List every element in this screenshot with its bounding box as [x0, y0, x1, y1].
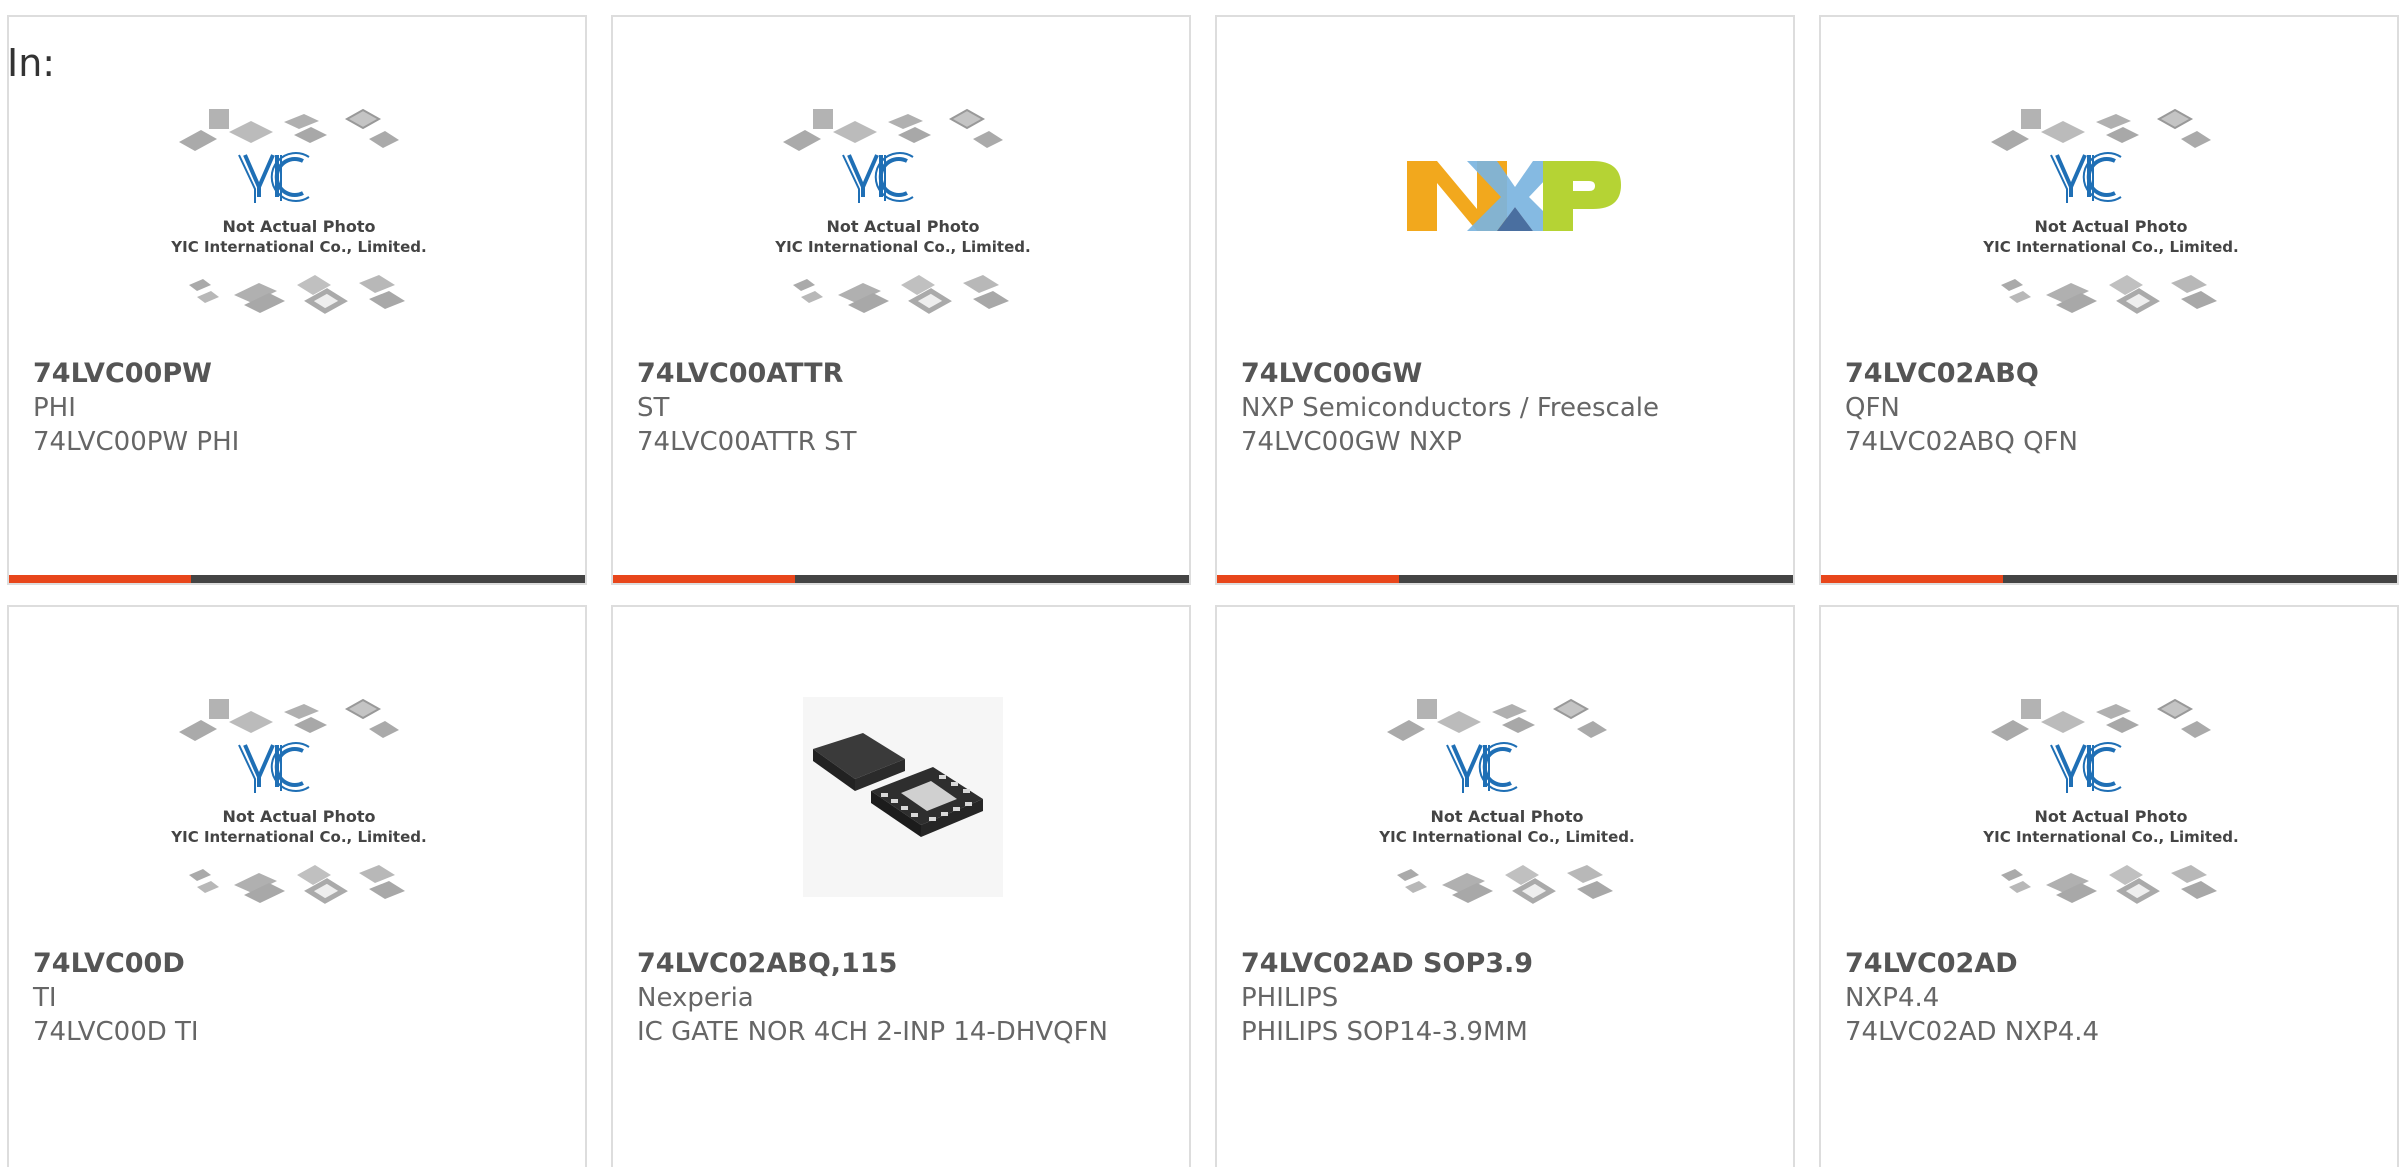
yic-placeholder-icon[interactable]: Not Actual Photo YIC International Co., … — [763, 97, 1043, 337]
yic-placeholder-icon[interactable]: Not Actual Photo YIC International Co., … — [1367, 687, 1647, 927]
card-footer-accent — [9, 575, 191, 583]
placeholder-caption-line1: Not Actual Photo — [222, 807, 375, 826]
card-footer-bar — [1821, 575, 2397, 583]
card-footer-bar — [613, 575, 1189, 583]
placeholder-caption-line1: Not Actual Photo — [2034, 217, 2187, 236]
product-card[interactable]: Not Actual Photo YIC International Co., … — [611, 15, 1191, 585]
manufacturer: NXP4.4 — [1845, 983, 1940, 1013]
description: 74LVC02AD NXP4.4 — [1845, 1017, 2100, 1047]
manufacturer: Nexperia — [637, 983, 754, 1013]
part-number[interactable]: 74LVC00GW — [1241, 357, 1761, 391]
placeholder-caption-line2: YIC International Co., Limited. — [170, 238, 426, 256]
placeholder-caption-line1: Not Actual Photo — [826, 217, 979, 236]
description: IC GATE NOR 4CH 2-INP 14-DHVQFN — [637, 1017, 1109, 1047]
nxp-logo-icon[interactable] — [1367, 97, 1647, 337]
placeholder-caption-line1: Not Actual Photo — [2034, 807, 2187, 826]
placeholder-caption-line2: YIC International Co., Limited. — [1378, 828, 1634, 846]
yic-placeholder-icon[interactable]: Not Actual Photo YIC International Co., … — [1971, 687, 2251, 927]
manufacturer: PHILIPS — [1241, 983, 1339, 1013]
product-card[interactable]: Not Actual Photo YIC International Co., … — [1819, 605, 2399, 1167]
manufacturer: QFN — [1845, 393, 1900, 423]
manufacturer: PHI — [33, 393, 76, 423]
placeholder-caption-line2: YIC International Co., Limited. — [1982, 828, 2238, 846]
description: PHILIPS SOP14-3.9MM — [1241, 1017, 1528, 1047]
yic-placeholder-icon[interactable]: Not Actual Photo YIC International Co., … — [159, 97, 439, 337]
card-footer-accent — [613, 575, 795, 583]
part-number[interactable]: 74LVC00PW — [33, 357, 553, 391]
description: 74LVC02ABQ QFN — [1845, 427, 2078, 457]
placeholder-caption-line1: Not Actual Photo — [222, 217, 375, 236]
description: 74LVC00PW PHI — [33, 427, 240, 457]
manufacturer: ST — [637, 393, 670, 423]
page-heading: In: — [7, 41, 56, 85]
product-card[interactable]: 74LVC00GW NXP Semiconductors / Freescale… — [1215, 15, 1795, 585]
description: 74LVC00ATTR ST — [637, 427, 857, 457]
placeholder-caption-line1: Not Actual Photo — [1430, 807, 1583, 826]
product-card[interactable]: 74LVC02ABQ,115 Nexperia IC GATE NOR 4CH … — [611, 605, 1191, 1167]
manufacturer: TI — [33, 983, 57, 1013]
card-footer-bar — [1217, 575, 1793, 583]
product-card[interactable]: Not Actual Photo YIC International Co., … — [1819, 15, 2399, 585]
description: 74LVC00GW NXP — [1241, 427, 1462, 457]
yic-placeholder-icon[interactable]: Not Actual Photo YIC International Co., … — [159, 687, 439, 927]
part-number[interactable]: 74LVC00D — [33, 947, 553, 981]
part-number[interactable]: 74LVC02ABQ — [1845, 357, 2365, 391]
product-card[interactable]: Not Actual Photo YIC International Co., … — [1215, 605, 1795, 1167]
yic-placeholder-icon[interactable]: Not Actual Photo YIC International Co., … — [1971, 97, 2251, 337]
card-footer-bar — [9, 575, 585, 583]
qfn-chip-photo-icon[interactable] — [763, 687, 1043, 927]
product-card[interactable]: Not Actual Photo YIC International Co., … — [7, 605, 587, 1167]
card-footer-accent — [1821, 575, 2003, 583]
part-number[interactable]: 74LVC02AD — [1845, 947, 2365, 981]
card-footer-accent — [1217, 575, 1399, 583]
part-number[interactable]: 74LVC00ATTR — [637, 357, 1157, 391]
placeholder-caption-line2: YIC International Co., Limited. — [1982, 238, 2238, 256]
manufacturer: NXP Semiconductors / Freescale — [1241, 393, 1660, 423]
placeholder-caption-line2: YIC International Co., Limited. — [170, 828, 426, 846]
part-number[interactable]: 74LVC02AD SOP3.9 — [1241, 947, 1761, 981]
placeholder-caption-line2: YIC International Co., Limited. — [774, 238, 1030, 256]
product-card[interactable]: Not Actual Photo YIC International Co., … — [7, 15, 587, 585]
description: 74LVC00D TI — [33, 1017, 199, 1047]
part-number[interactable]: 74LVC02ABQ,115 — [637, 947, 1157, 981]
